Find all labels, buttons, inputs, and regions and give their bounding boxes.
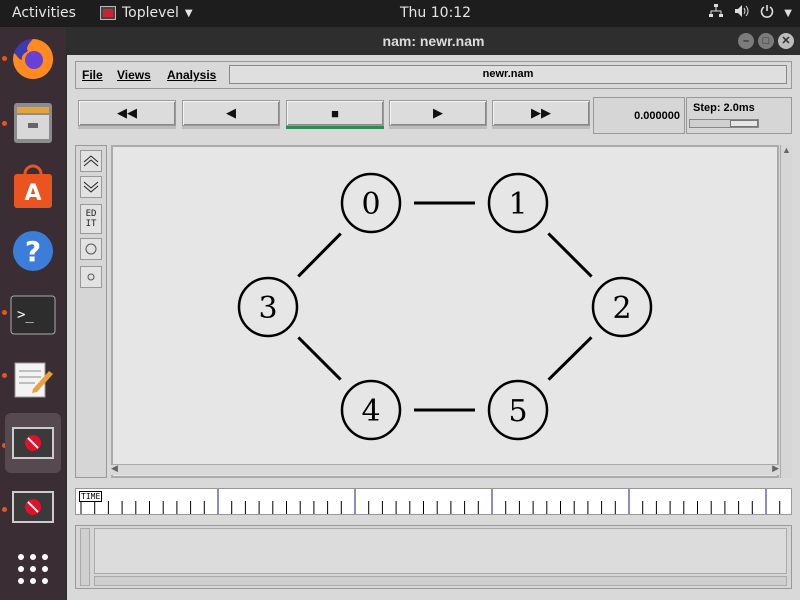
large-node-button[interactable] [80, 238, 102, 260]
node-4[interactable]: 4 [340, 379, 402, 441]
trace-filename: newr.nam [229, 65, 787, 84]
nam-window-icon[interactable] [5, 479, 61, 535]
menu-views[interactable]: Views [117, 68, 151, 82]
vertical-scrollbar[interactable]: ▲ [780, 145, 792, 478]
zoom-in-button[interactable] [80, 150, 102, 172]
close-button[interactable]: ✕ [778, 33, 794, 49]
play-forward-button[interactable]: ▶ [389, 100, 487, 126]
timeline-label: TIME [79, 491, 103, 502]
app-menu[interactable]: Toplevel ▼ [100, 5, 193, 21]
window-titlebar[interactable]: nam: newr.nam – □ ✕ [67, 27, 800, 55]
button-underline [389, 126, 487, 129]
app-menu-label: Toplevel [122, 5, 179, 21]
svg-text:?: ? [25, 235, 41, 268]
zoom-out-icon [83, 181, 99, 193]
horizontal-scrollbar[interactable]: ◀ ▶ [111, 463, 779, 475]
power-icon[interactable] [760, 4, 774, 22]
svg-text:A: A [24, 181, 41, 206]
node-3[interactable]: 3 [237, 276, 299, 338]
link-4-3[interactable] [297, 336, 342, 381]
window-controls: – □ ✕ [738, 33, 794, 49]
minimize-button[interactable]: – [738, 33, 754, 49]
scroll-up-arrow[interactable]: ▲ [782, 145, 791, 155]
play-backward-icon: ◀ [226, 105, 236, 120]
node-label: 2 [612, 291, 631, 326]
button-underline [78, 126, 176, 129]
step-label: Step: 2.0ms [693, 102, 755, 114]
annotation-vertical-scrollbar[interactable] [80, 528, 90, 586]
menu-analysis[interactable]: Analysis [167, 68, 216, 82]
chevron-down-icon[interactable]: ▼ [784, 8, 792, 19]
show-applications-icon[interactable] [5, 541, 61, 597]
files-icon[interactable] [5, 95, 61, 151]
step-slider[interactable] [689, 119, 759, 128]
play-backward-button[interactable]: ◀ [182, 100, 280, 126]
stop-button[interactable]: ■ [286, 100, 384, 126]
tool-panel: ED IT [75, 145, 107, 478]
activities-button[interactable]: Activities [12, 5, 76, 21]
link-2-5[interactable] [547, 336, 593, 381]
fast-rewind-icon: ◀◀ [117, 105, 137, 120]
software-store-icon[interactable]: A [5, 159, 61, 215]
small-circle-icon [87, 273, 95, 281]
maximize-button[interactable]: □ [758, 33, 774, 49]
text-editor-icon[interactable] [5, 351, 61, 407]
zoom-out-button[interactable] [80, 176, 102, 198]
annotation-horizontal-scrollbar[interactable] [94, 576, 787, 586]
node-5[interactable]: 5 [487, 379, 549, 441]
annotation-panel [75, 525, 792, 589]
node-1[interactable]: 1 [487, 172, 549, 234]
play-forward-icon: ▶ [433, 105, 443, 120]
timeline[interactable]: TIME [75, 488, 792, 515]
chevron-down-icon: ▼ [184, 7, 193, 19]
help-icon[interactable]: ? [5, 223, 61, 279]
scroll-left-arrow[interactable]: ◀ [111, 463, 118, 474]
nam-window-icon[interactable] [5, 413, 61, 473]
circle-icon [85, 243, 97, 255]
edit-button[interactable]: ED IT [80, 204, 102, 234]
clock[interactable]: Thu 10:12 [400, 5, 471, 21]
small-node-button[interactable] [80, 266, 102, 288]
svg-text:>_: >_ [17, 307, 34, 323]
fast-forward-icon: ▶▶ [531, 105, 551, 120]
annotation-list[interactable] [94, 528, 787, 574]
zoom-in-icon [83, 155, 99, 167]
node-label: 1 [508, 187, 527, 222]
step-slider-handle[interactable] [730, 120, 758, 127]
node-label: 0 [361, 187, 380, 222]
link-1-2[interactable] [547, 232, 593, 278]
volume-icon[interactable] [734, 4, 750, 22]
dock: A ? >_ [0, 27, 66, 600]
system-tray[interactable]: ▼ [708, 4, 792, 22]
node-0[interactable]: 0 [340, 172, 402, 234]
network-icon[interactable] [708, 4, 724, 22]
network-topology[interactable]: 0 1 2 3 4 5 [113, 147, 777, 465]
stop-icon: ■ [331, 105, 339, 121]
link-3-0[interactable] [297, 232, 342, 278]
rewind-button[interactable]: ◀◀ [78, 100, 176, 126]
step-control: Step: 2.0ms [686, 97, 792, 134]
node-2[interactable]: 2 [591, 276, 653, 338]
network-canvas[interactable]: 0 1 2 3 4 5 [111, 145, 779, 478]
menu-file[interactable]: File [82, 68, 103, 82]
menu-bar: File Views Analysis newr.nam [75, 61, 792, 89]
scroll-right-arrow[interactable]: ▶ [772, 463, 779, 474]
toplevel-app-icon [100, 6, 116, 20]
button-underline [182, 126, 280, 129]
terminal-icon[interactable]: >_ [5, 287, 61, 343]
firefox-icon[interactable] [5, 31, 61, 87]
button-underline [492, 126, 590, 129]
node-label: 5 [508, 394, 527, 429]
window-title: nam: newr.nam [382, 33, 485, 49]
timeline-ticks [80, 489, 781, 514]
node-label: 4 [361, 394, 380, 429]
fast-forward-button[interactable]: ▶▶ [492, 100, 590, 126]
current-time-display: 0.000000 [593, 97, 685, 134]
active-indicator [286, 126, 384, 129]
gnome-top-bar: Activities Toplevel ▼ Thu 10:12 ▼ [0, 0, 800, 27]
node-label: 3 [258, 291, 277, 326]
nam-window: nam: newr.nam – □ ✕ File Views Analysis … [67, 27, 800, 600]
